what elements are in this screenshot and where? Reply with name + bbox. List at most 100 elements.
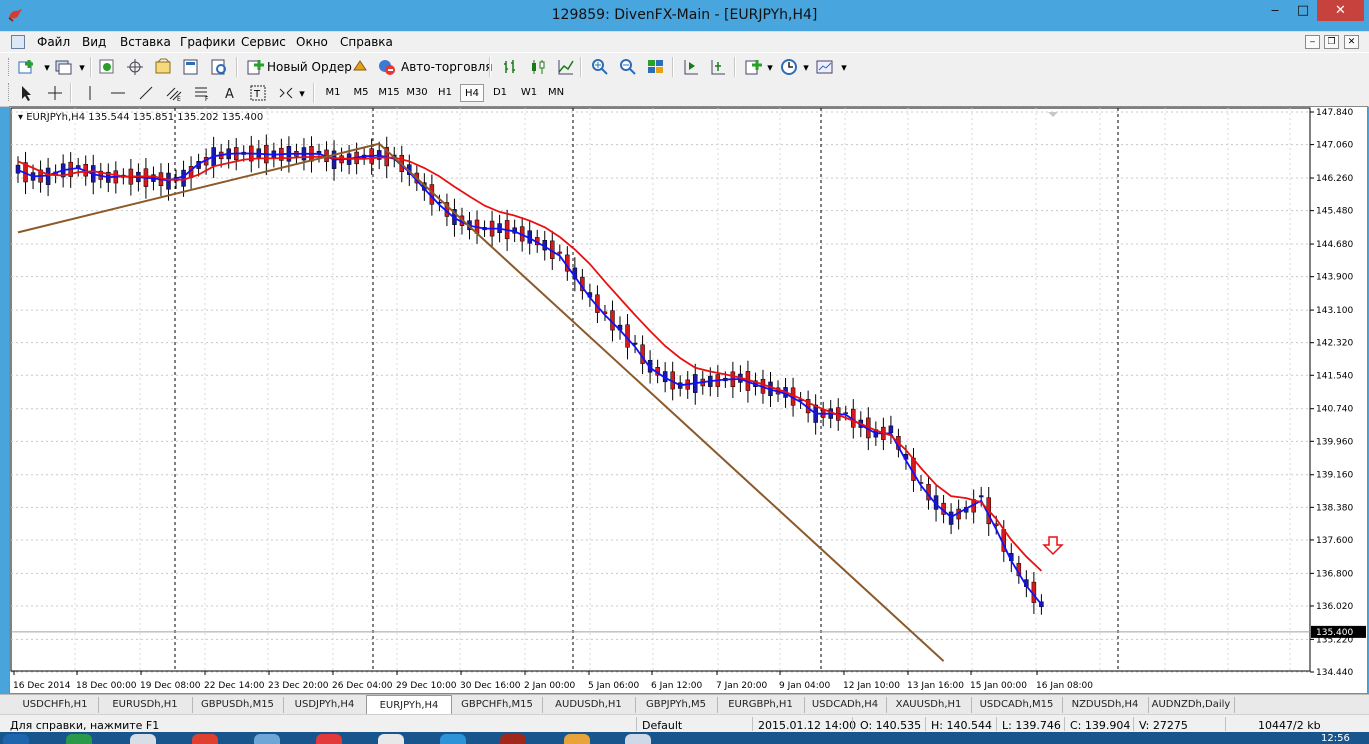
taskbar-app-icon[interactable] (625, 734, 651, 744)
y-tick-label: 145.480 (1316, 207, 1353, 217)
trendline-icon[interactable] (136, 83, 156, 103)
new-order-button[interactable]: Новый Ордер (267, 60, 352, 74)
strategy-tester-icon[interactable] (209, 57, 229, 77)
menu-tools[interactable]: Сервис (241, 35, 286, 49)
y-tick-label: 142.320 (1316, 339, 1353, 349)
timeframe-h4[interactable]: H4 (460, 84, 484, 102)
menu-charts[interactable]: Графики (180, 35, 235, 49)
tab-chart[interactable]: EURGBPh,H1 (717, 697, 805, 713)
menu-window[interactable]: Окно (296, 35, 328, 49)
y-tick-label: 139.160 (1316, 471, 1353, 481)
new-order-icon[interactable] (245, 57, 265, 77)
zoom-out-icon[interactable] (618, 57, 638, 77)
bar-chart-icon[interactable] (500, 57, 520, 77)
crosshair-nav-icon[interactable] (125, 57, 145, 77)
x-tick-label: 5 Jan 06:00 (588, 681, 640, 691)
tab-chart[interactable]: AUDUSDh,H1 (542, 697, 636, 713)
menu-view[interactable]: Вид (82, 35, 106, 49)
vertical-line-icon[interactable] (80, 83, 100, 103)
x-tick-label: 19 Dec 08:00 (140, 681, 201, 691)
market-watch-icon[interactable] (97, 57, 117, 77)
taskbar-app-icon[interactable] (254, 734, 280, 744)
taskbar-app-icon[interactable] (500, 734, 526, 744)
auto-trading-button[interactable]: Авто-торговля (401, 60, 493, 74)
tab-chart[interactable]: GBPCHFh,M15 (452, 697, 543, 713)
dropdown-arrow-icon[interactable]: ▾ (72, 57, 92, 77)
zoom-in-icon[interactable] (590, 57, 610, 77)
timeframe-w1[interactable]: W1 (518, 84, 540, 102)
separator (313, 83, 315, 103)
separator (70, 83, 72, 103)
dropdown-arrow-icon[interactable]: ▾ (834, 57, 854, 77)
mdi-restore-button[interactable]: ❐ (1324, 35, 1339, 49)
tab-chart[interactable]: USDCHFh,H1 (12, 697, 99, 713)
templates-icon[interactable] (815, 57, 835, 77)
y-tick-label: 147.060 (1316, 141, 1353, 151)
taskbar-app-icon[interactable] (192, 734, 218, 744)
profiles-icon[interactable] (53, 57, 73, 77)
chart-window-icon[interactable] (11, 35, 25, 49)
dropdown-arrow-icon[interactable]: ▾ (292, 83, 312, 103)
price-chart[interactable]: 147.840 147.060 146.260 145.480 144.680 143.9… (10, 107, 1367, 693)
mdi-close-button[interactable]: ✕ (1344, 35, 1359, 49)
menu-insert[interactable]: Вставка (120, 35, 171, 49)
timeframe-h1[interactable]: H1 (434, 84, 456, 102)
maximize-button[interactable]: □ (1290, 0, 1316, 21)
data-window-icon[interactable] (153, 57, 173, 77)
fibonacci-icon[interactable]: F (192, 83, 212, 103)
taskbar-app-icon[interactable] (440, 734, 466, 744)
tab-chart[interactable]: EURJPYh,H4 (366, 695, 452, 715)
tab-chart[interactable]: NZDUSDh,H4 (1062, 697, 1149, 713)
x-tick-label: 26 Dec 04:00 (332, 681, 393, 691)
mdi-minimize-button[interactable]: ‒ (1305, 35, 1320, 49)
toolbar-grip[interactable] (8, 83, 12, 101)
equidistant-channel-icon[interactable]: E (164, 83, 184, 103)
taskbar-app-icon[interactable] (316, 734, 342, 744)
y-tick-label: 144.680 (1316, 240, 1353, 250)
text-tool-icon[interactable]: A (220, 83, 240, 103)
tile-windows-icon[interactable] (646, 57, 666, 77)
cursor-icon[interactable] (17, 83, 37, 103)
text-label-icon[interactable]: T (248, 83, 268, 103)
separator (1225, 717, 1226, 731)
line-chart-icon[interactable] (556, 57, 576, 77)
timeframe-m30[interactable]: M30 (404, 84, 430, 102)
dropdown-arrow-icon[interactable]: ▾ (796, 57, 816, 77)
tab-chart[interactable]: GBPJPYh,M5 (635, 697, 718, 713)
taskbar-app-icon[interactable] (378, 734, 404, 744)
taskbar-app-icon[interactable] (130, 734, 156, 744)
autoscroll-icon[interactable] (708, 57, 728, 77)
taskbar-app-icon[interactable] (564, 734, 590, 744)
close-button[interactable]: ✕ (1317, 0, 1364, 21)
tab-chart[interactable]: XAUUSDh,H1 (886, 697, 972, 713)
toolbar-grip[interactable] (8, 58, 12, 76)
menu-file[interactable]: Файл (37, 35, 70, 49)
menu-help[interactable]: Справка (340, 35, 393, 49)
new-chart-icon[interactable] (17, 57, 37, 77)
experts-icon[interactable] (350, 57, 370, 77)
start-icon[interactable] (3, 734, 29, 744)
timeframe-m15[interactable]: M15 (376, 84, 402, 102)
x-tick-label: 6 Jan 12:00 (651, 681, 703, 691)
tab-chart[interactable]: USDCADh,M15 (971, 697, 1063, 713)
dropdown-arrow-icon[interactable]: ▾ (760, 57, 780, 77)
terminal-icon[interactable] (181, 57, 201, 77)
taskbar-app-icon[interactable] (66, 734, 92, 744)
crosshair-icon[interactable] (45, 83, 65, 103)
timeframe-m5[interactable]: M5 (350, 84, 372, 102)
tab-chart[interactable]: EURUSDh,H1 (98, 697, 193, 713)
minimize-button[interactable]: ‒ (1262, 0, 1288, 21)
tab-chart[interactable]: USDJPYh,H4 (283, 697, 367, 713)
timeframe-m1[interactable]: M1 (322, 84, 344, 102)
auto-trading-icon[interactable] (377, 57, 397, 77)
tab-chart[interactable]: GBPUSDh,M15 (192, 697, 284, 713)
tab-chart[interactable]: USDCADh,H4 (804, 697, 887, 713)
candlestick-icon[interactable] (528, 57, 548, 77)
horizontal-line-icon[interactable] (108, 83, 128, 103)
chart-dropdown-icon[interactable]: ▾ (18, 112, 26, 123)
chart-shift-icon[interactable] (681, 57, 701, 77)
tab-chart[interactable]: AUDNZDh,Daily (1148, 697, 1235, 713)
status-profile[interactable]: Default (642, 719, 682, 732)
timeframe-mn[interactable]: MN (544, 84, 568, 102)
timeframe-d1[interactable]: D1 (489, 84, 511, 102)
